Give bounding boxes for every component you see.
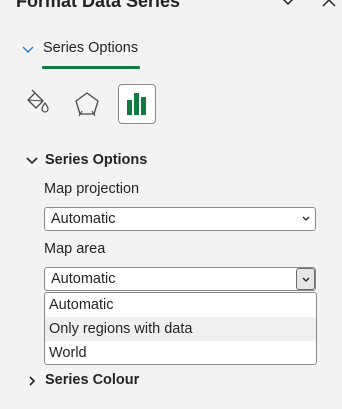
effects-tab[interactable]	[68, 84, 106, 124]
chevron-down-icon[interactable]	[279, 0, 297, 8]
chevron-down-icon	[26, 157, 38, 165]
section-title: Series Colour	[45, 372, 140, 388]
series-options-tab[interactable]	[118, 84, 156, 124]
map-area-option-only-regions[interactable]: Only regions with data	[45, 317, 316, 341]
chevron-right-icon	[29, 376, 36, 386]
map-area-select[interactable]: Automatic	[44, 267, 316, 291]
map-projection-label: Map projection	[44, 181, 140, 197]
chevron-down-icon	[302, 216, 310, 221]
map-area-option-automatic[interactable]: Automatic	[45, 293, 316, 317]
tab-active-indicator	[42, 66, 140, 69]
map-area-dropdown-button[interactable]	[296, 268, 315, 290]
tab-label: Series Options	[43, 40, 139, 56]
map-area-label: Map area	[44, 241, 106, 257]
section-title: Series Options	[45, 152, 148, 168]
map-projection-value: Automatic	[51, 211, 116, 227]
fill-line-tab[interactable]	[18, 84, 56, 124]
format-data-series-pane: Format Data Series Series Options Series…	[0, 0, 342, 409]
map-area-option-world[interactable]: World	[45, 341, 316, 364]
map-projection-select[interactable]: Automatic	[44, 207, 316, 231]
chevron-down-icon	[302, 277, 310, 282]
pane-title: Format Data Series	[16, 0, 181, 11]
chevron-down-icon	[22, 46, 34, 53]
map-area-value: Automatic	[51, 271, 116, 287]
fill-line-icon	[27, 89, 49, 113]
close-icon[interactable]	[320, 0, 338, 8]
series-options-bar-chart-icon	[127, 93, 146, 115]
effects-pentagon-icon	[75, 92, 99, 117]
map-area-options-list: Automatic Only regions with data World	[44, 292, 317, 365]
